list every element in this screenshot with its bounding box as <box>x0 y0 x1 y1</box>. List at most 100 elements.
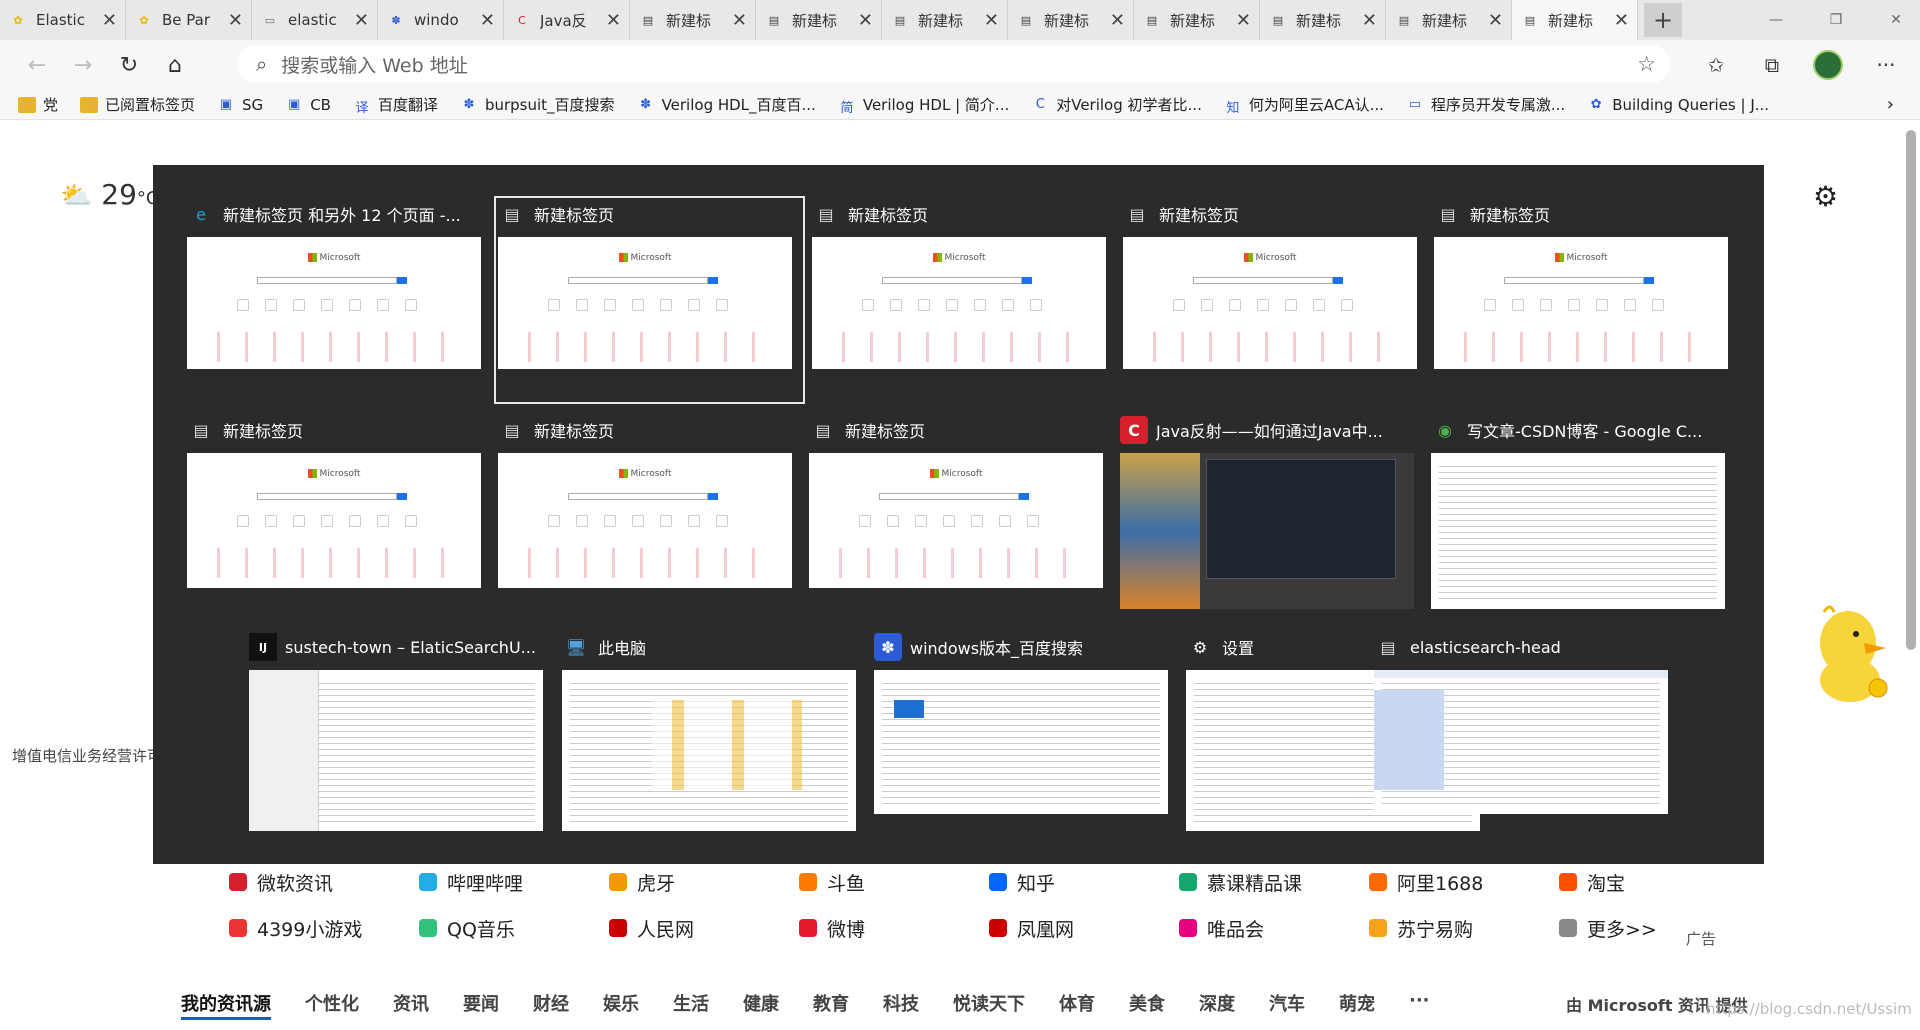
address-bar[interactable]: ⌕ 搜索或输入 Web 地址 ☆ <box>238 45 1670 83</box>
news-tab[interactable]: 美食 <box>1129 990 1165 1020</box>
bookmark-item[interactable]: ▭ 程序员开发专属激... <box>1406 94 1565 115</box>
quick-link[interactable]: 更多>> <box>1511 908 1701 948</box>
news-tab[interactable]: 深度 <box>1199 990 1235 1020</box>
new-tab-button[interactable]: + <box>1644 3 1682 37</box>
quick-link-tile <box>1512 299 1524 311</box>
refresh-button[interactable]: ↻ <box>106 45 152 85</box>
more-menu-icon[interactable]: ··· <box>1866 45 1906 85</box>
tab-11[interactable]: ▤ 新建标 ✕ <box>1260 0 1386 40</box>
tab-13[interactable]: ▤ 新建标 ✕ <box>1512 0 1638 40</box>
chrome-icon: ◉ <box>1438 420 1452 440</box>
bookmark-item[interactable]: ▣ SG <box>217 96 263 114</box>
close-icon[interactable]: ✕ <box>1236 10 1251 31</box>
tab-12[interactable]: ▤ 新建标 ✕ <box>1386 0 1512 40</box>
favorite-star-icon[interactable]: ☆ <box>1637 52 1656 76</box>
quick-link-label: 阿里1688 <box>1397 872 1484 895</box>
close-icon[interactable]: ✕ <box>1614 10 1629 31</box>
tab-6[interactable]: ▤ 新建标 ✕ <box>630 0 756 40</box>
news-tab[interactable]: 要闻 <box>463 990 499 1020</box>
bookmark-item[interactable]: ▣ CB <box>285 96 331 114</box>
quick-link[interactable]: 微软资讯 <box>181 862 371 902</box>
tab-2[interactable]: ✿ Be Par ✕ <box>126 0 252 40</box>
article-image <box>1120 453 1200 609</box>
collections-icon[interactable]: ⧉ <box>1752 45 1792 85</box>
chevron-right-icon[interactable]: › <box>1887 94 1894 115</box>
news-tab[interactable]: 科技 <box>883 990 919 1020</box>
favorites-icon[interactable]: ✩ <box>1696 45 1736 85</box>
news-tab[interactable]: 悦读天下 <box>953 990 1025 1020</box>
scrollbar[interactable] <box>1906 130 1916 650</box>
home-button[interactable]: ⌂ <box>152 45 198 85</box>
quick-link[interactable]: QQ音乐 <box>371 908 561 948</box>
close-icon[interactable]: ✕ <box>480 10 495 31</box>
bookmark-item[interactable]: 知何为阿里云ACA认... <box>1224 94 1384 116</box>
quick-link[interactable]: 哔哩哔哩 <box>371 862 561 902</box>
quick-link[interactable]: 斗鱼 <box>751 862 941 902</box>
news-tab[interactable]: 我的资讯源 <box>181 990 271 1020</box>
tab-8[interactable]: ▤ 新建标 ✕ <box>882 0 1008 40</box>
profile-avatar[interactable] <box>1808 45 1848 85</box>
minimize-button[interactable]: — <box>1746 0 1806 40</box>
bookmark-item[interactable]: 党 <box>18 94 58 115</box>
quick-link[interactable]: 知乎 <box>941 862 1131 902</box>
quick-link[interactable]: 唯品会 <box>1131 908 1321 948</box>
close-icon[interactable]: ✕ <box>1362 10 1377 31</box>
weather-widget[interactable]: ⛅ 29°C <box>60 178 159 211</box>
close-icon[interactable]: ✕ <box>732 10 747 31</box>
quick-link[interactable]: 虎牙 <box>561 862 751 902</box>
bookmark-item[interactable]: C 对Verilog 初学者比... <box>1031 94 1202 115</box>
bookmark-item[interactable]: 译百度翻译 <box>353 94 438 116</box>
csdn-icon: C <box>1035 96 1045 112</box>
news-tab[interactable]: 体育 <box>1059 990 1095 1020</box>
bookmark-item[interactable]: 已阅置标签页 <box>80 94 195 115</box>
back-button[interactable]: ← <box>14 45 60 85</box>
link-grid <box>207 332 461 362</box>
search-button <box>708 493 718 500</box>
news-tab[interactable]: 个性化 <box>305 990 359 1020</box>
tab-5[interactable]: C Java反 ✕ <box>504 0 630 40</box>
link-grid <box>829 548 1083 578</box>
tab-7[interactable]: ▤ 新建标 ✕ <box>756 0 882 40</box>
tab-10[interactable]: ▤ 新建标 ✕ <box>1134 0 1260 40</box>
quick-link[interactable]: 淘宝 <box>1511 862 1701 902</box>
news-tab[interactable]: 生活 <box>673 990 709 1020</box>
quick-link[interactable]: 人民网 <box>561 908 751 948</box>
close-icon[interactable]: ✕ <box>1110 10 1125 31</box>
windows-logo-image <box>894 700 924 718</box>
quick-link[interactable]: 微博 <box>751 908 941 948</box>
close-icon[interactable]: ✕ <box>228 10 243 31</box>
tab-4[interactable]: ✽ windo ✕ <box>378 0 504 40</box>
quick-link[interactable]: 慕课精品课 <box>1131 862 1321 902</box>
page-settings-icon[interactable]: ⚙ <box>1813 180 1843 213</box>
close-icon[interactable]: ✕ <box>858 10 873 31</box>
quick-link[interactable]: 凤凰网 <box>941 908 1131 948</box>
tab-9[interactable]: ▤ 新建标 ✕ <box>1008 0 1134 40</box>
news-tab[interactable]: 萌宠 <box>1339 990 1375 1020</box>
close-icon[interactable]: ✕ <box>606 10 621 31</box>
close-icon[interactable]: ✕ <box>102 10 117 31</box>
close-window-button[interactable]: ✕ <box>1866 0 1920 40</box>
close-icon[interactable]: ✕ <box>354 10 369 31</box>
news-tab[interactable]: 教育 <box>813 990 849 1020</box>
bookmark-item[interactable]: 简 Verilog HDL | 简介... <box>838 94 1009 116</box>
news-tab[interactable]: 健康 <box>743 990 779 1020</box>
restore-button[interactable]: ❐ <box>1806 0 1866 40</box>
quick-link[interactable]: 阿里1688 <box>1321 862 1511 902</box>
bookmark-item[interactable]: ✽ Verilog HDL_百度百... <box>637 94 816 115</box>
close-icon[interactable]: ✕ <box>984 10 999 31</box>
bookmark-item[interactable]: ✿ Building Queries | J... <box>1587 96 1769 114</box>
search-button <box>1019 493 1029 500</box>
tab-3[interactable]: ▭ elastic ✕ <box>252 0 378 40</box>
quick-link[interactable]: 苏宁易购 <box>1321 908 1511 948</box>
news-tab[interactable]: 财经 <box>533 990 569 1020</box>
news-tab[interactable]: 资讯 <box>393 990 429 1020</box>
quick-link[interactable]: 4399小游戏 <box>181 908 371 948</box>
tab-1[interactable]: ✿ Elastic ✕ <box>0 0 126 40</box>
bookmark-item[interactable]: ✽ burpsuit_百度搜索 <box>460 94 615 115</box>
close-icon[interactable]: ✕ <box>1488 10 1503 31</box>
news-tab[interactable]: 娱乐 <box>603 990 639 1020</box>
news-tab[interactable]: 汽车 <box>1269 990 1305 1020</box>
news-tab[interactable]: ··· <box>1409 990 1430 1020</box>
window-title: 新建标签页 <box>845 422 926 441</box>
forward-button[interactable]: → <box>60 45 106 85</box>
